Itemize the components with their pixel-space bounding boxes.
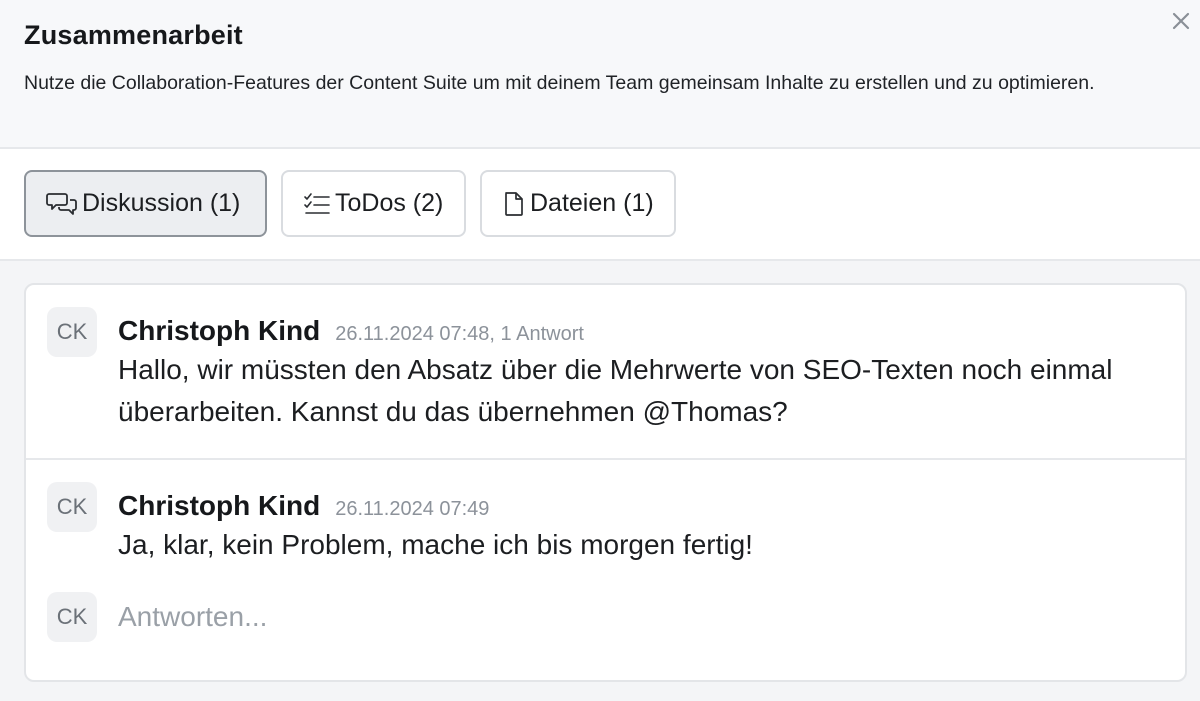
avatar: CK — [47, 592, 97, 642]
collaboration-panel: Zusammenarbeit Nutze die Collaboration-F… — [0, 0, 1200, 701]
tab-files[interactable]: Dateien (1) — [480, 170, 676, 237]
reply-composer: CK — [26, 590, 1185, 680]
panel-description: Nutze die Collaboration-Features der Con… — [24, 72, 1095, 94]
tab-todos[interactable]: ToDos (2) — [281, 170, 466, 237]
tab-discussion[interactable]: Diskussion (1) — [24, 170, 267, 237]
panel-title: Zusammenarbeit — [24, 20, 243, 50]
comment-author: Christoph Kind — [118, 315, 321, 346]
tab-bar: Diskussion (1) ToDos (2) Dateien (1) — [0, 149, 1200, 261]
comment-author: Christoph Kind — [118, 490, 321, 521]
tab-label: Dateien (1) — [530, 189, 654, 217]
document-icon — [505, 191, 523, 216]
close-icon — [1172, 12, 1190, 30]
comment-timestamp[interactable]: 26.11.2024 07:48, 1 Antwort — [335, 323, 584, 346]
comment-meta: Christoph Kind 26.11.2024 07:48, 1 Antwo… — [118, 285, 1185, 347]
tab-label: ToDos (2) — [335, 189, 444, 217]
comment-meta: Christoph Kind 26.11.2024 07:49 — [118, 460, 1185, 522]
panel-header: Zusammenarbeit Nutze die Collaboration-F… — [0, 0, 1200, 149]
discussion-thread: CK Christoph Kind 26.11.2024 07:48, 1 An… — [24, 283, 1187, 682]
checklist-icon — [304, 192, 330, 214]
discussion-content: CK Christoph Kind 26.11.2024 07:48, 1 An… — [0, 261, 1200, 701]
comment-timestamp: 26.11.2024 07:49 — [335, 498, 490, 520]
comment-text: Ja, klar, kein Problem, mache ich bis mo… — [118, 529, 753, 560]
tab-label: Diskussion (1) — [82, 189, 241, 217]
avatar: CK — [47, 482, 97, 532]
reply-comment: CK Christoph Kind 26.11.2024 07:49 Ja, k… — [26, 460, 1185, 590]
reply-input[interactable] — [118, 594, 1118, 640]
comment-text: Hallo, wir müssten den Absatz über die M… — [118, 354, 1113, 427]
avatar: CK — [47, 307, 97, 357]
close-button[interactable] — [1168, 8, 1194, 34]
chat-bubbles-icon — [46, 192, 77, 215]
comment: CK Christoph Kind 26.11.2024 07:48, 1 An… — [26, 285, 1185, 460]
